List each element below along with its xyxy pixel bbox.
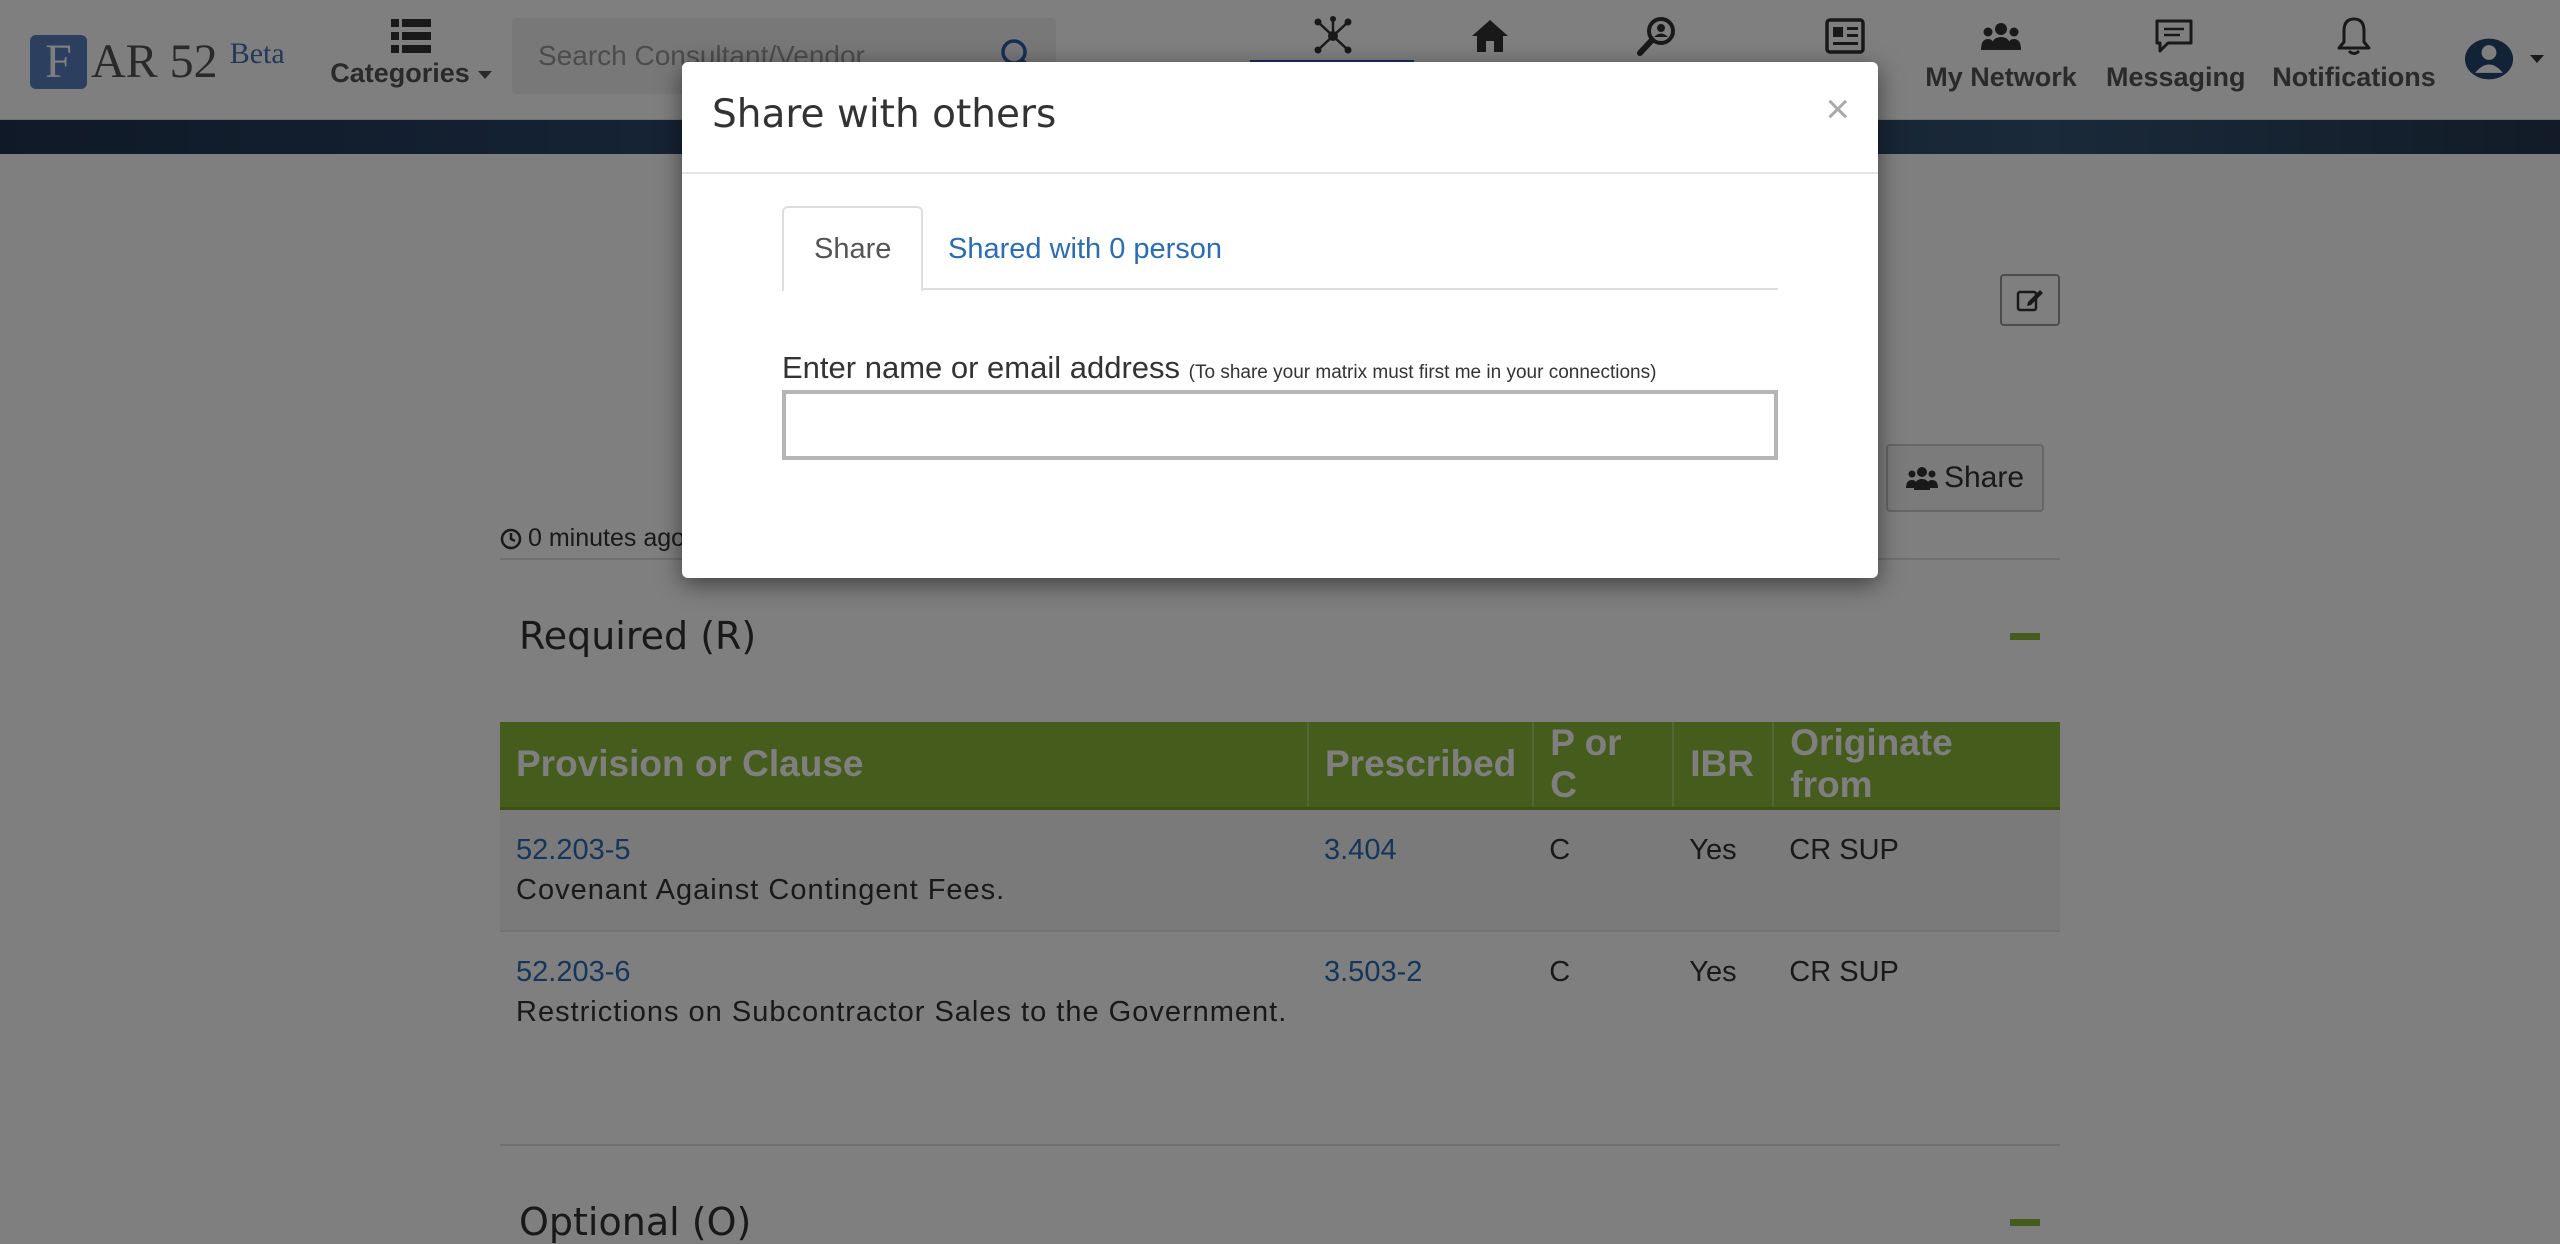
close-icon[interactable]: × [1825,88,1850,130]
name-or-email-input[interactable] [782,390,1778,460]
share-tabs: Share Shared with 0 person [782,206,1778,292]
share-modal: Share with others × Share Shared with 0 … [682,62,1878,578]
share-field-label: Enter name or email address (To share yo… [782,350,1656,386]
share-field-hint: (To share your matrix must first me in y… [1188,362,1657,383]
modal-header: Share with others × [682,62,1878,174]
tab-shared-with[interactable]: Shared with 0 person [918,206,1252,292]
share-field-label-text: Enter name or email address [782,350,1181,385]
tab-share[interactable]: Share [782,206,924,292]
modal-title: Share with others [712,92,1057,137]
